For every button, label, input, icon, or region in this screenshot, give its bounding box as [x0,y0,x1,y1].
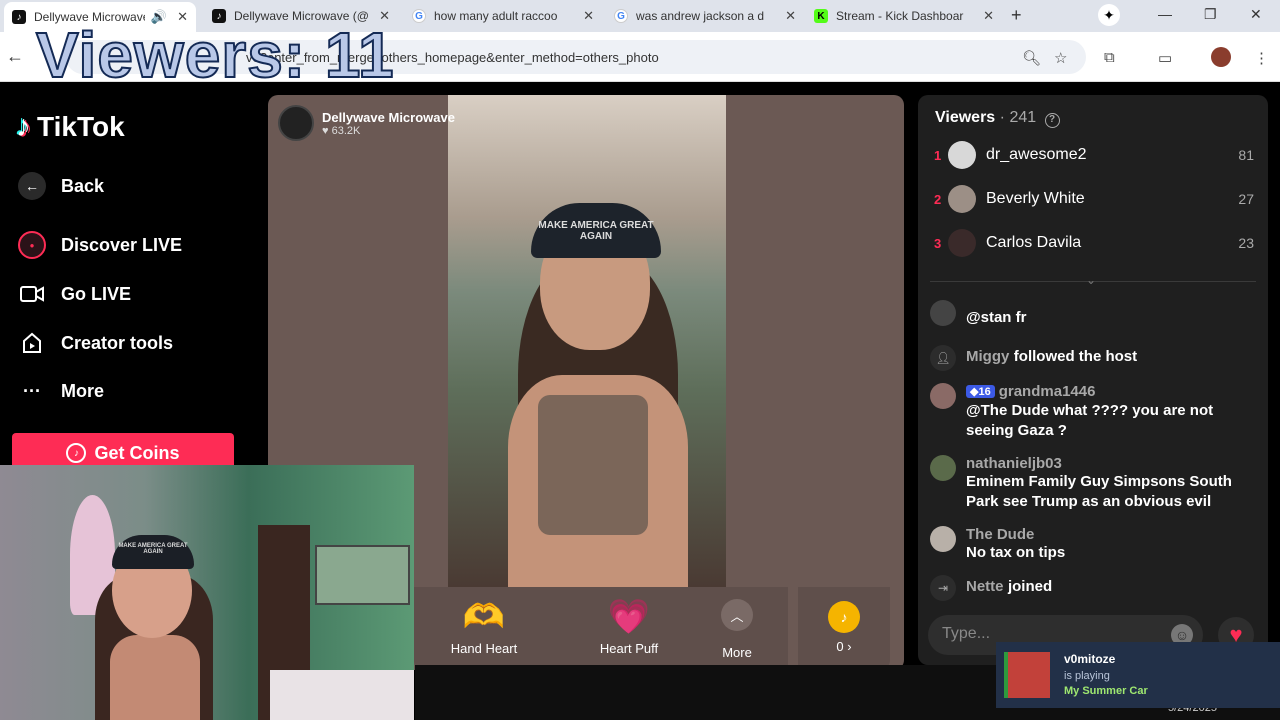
screen: ♪ Dellywave Microwave 🔊 ✕ ♪ Dellywave Mi… [0,0,1280,720]
coin-icon: ♪ [66,443,87,463]
host-avatar-icon: ● [18,231,46,259]
bookmark-star-icon[interactable]: ☆ [1054,49,1067,67]
viewers-header[interactable]: Viewers · 241 ? [935,109,1060,128]
live-video[interactable]: MAKE AMERICA GREAT AGAIN [448,95,726,587]
chevron-right-icon: › [847,639,852,654]
menu-kebab-icon[interactable]: ⋮ [1254,49,1269,67]
google-icon: G [614,9,628,23]
join-arrow-icon: ⇥ [930,575,956,601]
profile-avatar[interactable] [1211,47,1231,67]
chevron-up-icon: ︿ [721,599,753,631]
tiktok-logo[interactable]: ♪ TikTok [16,110,125,144]
video-camera-icon [18,280,46,308]
game-art [1004,652,1050,698]
avatar [948,141,976,169]
chat-message: ⇥ Nette joined [930,575,1256,601]
chat-panel: Viewers · 241 ? 1 dr_awesome2 81 2 Bever… [918,95,1268,665]
creator-house-icon [18,329,46,357]
new-tab-icon[interactable]: + [1011,5,1022,26]
viewers-overlay: Viewers: 11 [35,18,395,92]
avatar [930,383,956,409]
zoom-icon[interactable]: 🔍︎ [1022,49,1041,67]
chat-input[interactable] [942,625,1162,643]
top-viewer-row[interactable]: 3 Carlos Davila 23 [934,228,1254,258]
coin-icon: ♪ [828,601,860,633]
close-tab-icon[interactable]: ✕ [785,8,796,24]
close-window-icon[interactable]: ✕ [1250,6,1262,23]
gift-bar: 🫶 Hand Heart 💗 Heart Puff ︿ More [414,587,788,670]
host-likes: ♥ 63.2K [322,124,361,137]
host-avatar [278,105,314,141]
avatar [930,526,956,552]
chat-message: 👤︎ Miggy followed the host [930,345,1256,371]
extensions-icon[interactable]: ⧉ [1104,49,1115,66]
heart-icon: ♥ [322,124,329,137]
help-icon[interactable]: ? [1044,113,1060,128]
cast-icon[interactable]: ▭ [1158,49,1172,67]
avatar [948,229,976,257]
tab-google-jackson[interactable]: G was andrew jackson a d ✕ [606,3,804,29]
tiktok-note-icon: ♪ [16,110,31,143]
more-gifts-button[interactable]: ︿ More [714,599,760,660]
chevron-double-down-icon[interactable]: ⌄ [1086,273,1096,287]
sidebar-item-back[interactable]: ← Back [18,172,104,200]
kick-icon: K [814,9,828,23]
avatar [948,185,976,213]
more-dots-icon: ··· [23,380,41,401]
tiktok-icon: ♪ [12,10,26,24]
close-tab-icon[interactable]: ✕ [583,8,594,24]
follow-user-icon: 👤︎ [930,345,956,371]
sidebar-item-creator-tools[interactable]: Creator tools [18,329,173,357]
webcam-hat-text: MAKE AMERICA GREAT AGAIN [112,535,194,569]
restore-icon[interactable]: ❐ [1204,6,1217,23]
chat-message: The Dude No tax on tips [930,526,1256,563]
tab-kick-dashboard[interactable]: K Stream - Kick Dashboar ✕ [806,3,1002,29]
gift-hand-heart[interactable]: 🫶 Hand Heart [429,595,539,656]
gemini-icon[interactable]: ✦ [1098,4,1120,26]
avatar [930,300,956,326]
google-icon: G [412,9,426,23]
close-tab-icon[interactable]: ✕ [983,8,994,24]
level-badge: ◆16 [966,385,995,398]
webcam-overlay: MAKE AMERICA GREAT AGAIN [0,465,414,720]
sidebar-item-go-live[interactable]: Go LIVE [18,280,131,308]
top-viewer-row[interactable]: 1 dr_awesome2 81 [934,140,1254,170]
sidebar-item-discover-live[interactable]: ● Discover LIVE [18,231,182,259]
tab-google-raccoon[interactable]: G how many adult raccoo ✕ [404,3,602,29]
chat-message: ◆16 grandma1446 @The Dude what ???? you a… [930,383,1256,441]
heart-puff-icon: 💗 [607,598,651,636]
host-info[interactable]: Dellywave Microwave ♥ 63.2K [278,105,455,141]
host-name: Dellywave Microwave [322,109,455,125]
gift-heart-puff[interactable]: 💗 Heart Puff [574,595,684,656]
hat-text: MAKE AMERICA GREAT AGAIN [531,203,661,258]
top-viewer-row[interactable]: 2 Beverly White 27 [934,184,1254,214]
now-playing-widget: v0mitoze is playing My Summer Car [996,642,1280,708]
back-arrow-icon[interactable]: ← [6,46,24,67]
avatar [930,455,956,481]
hand-heart-icon: 🫶 [462,598,506,636]
chat-message: nathanieljb03 Eminem Family Guy Simpsons… [930,455,1256,512]
chat-message: @stan fr [930,300,1256,328]
back-arrow-icon: ← [18,172,46,200]
sidebar-item-more[interactable]: ··· More [18,377,104,405]
coin-balance[interactable]: ♪ 0 › [798,587,890,670]
minimize-icon[interactable]: — [1158,6,1172,22]
